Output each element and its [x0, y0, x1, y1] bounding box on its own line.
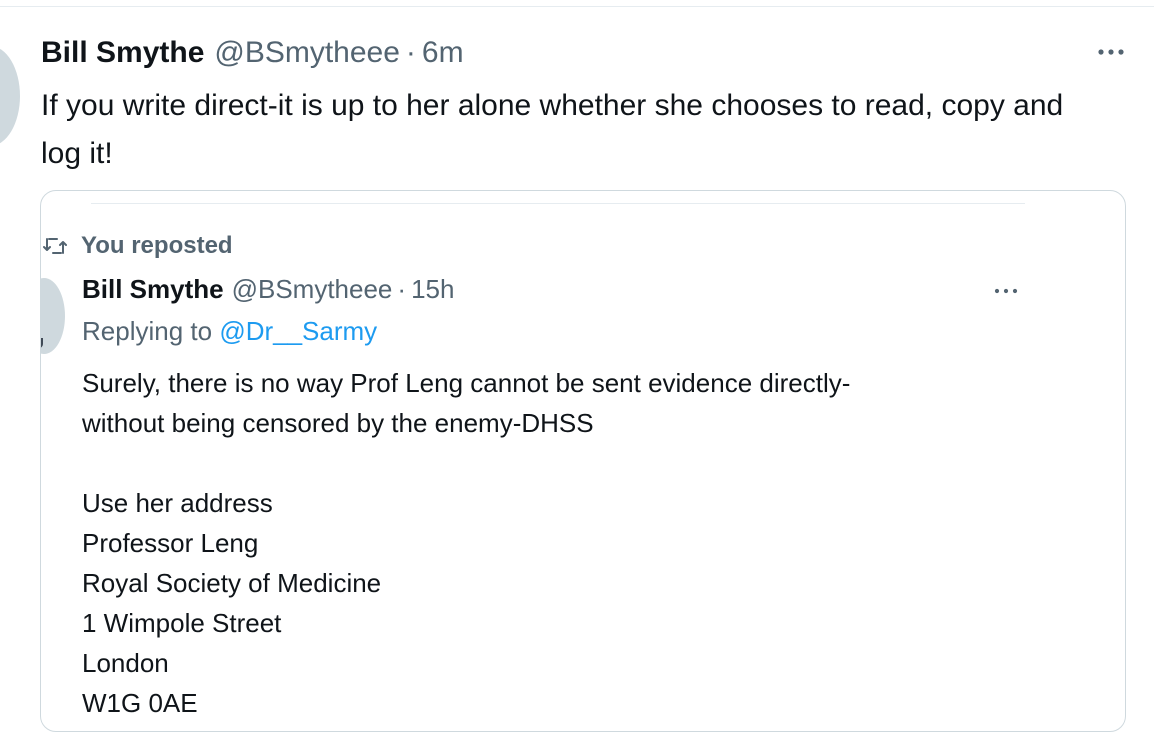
- avatar[interactable]: [0, 46, 20, 146]
- quoted-separator-dot: ·: [397, 274, 407, 304]
- avatar-detail: [41, 338, 43, 348]
- tweet-time[interactable]: 6m: [422, 34, 464, 72]
- social-context: You reposted: [41, 231, 233, 261]
- social-context-label: You reposted: [81, 232, 233, 259]
- quoted-display-name[interactable]: Bill Smythe: [82, 272, 224, 306]
- quoted-tweet-card[interactable]: You reposted Bill Smythe @BSmytheee · 15…: [40, 190, 1126, 732]
- separator-dot: ·: [405, 36, 416, 69]
- address-organization: Royal Society of Medicine: [82, 568, 382, 598]
- page: Bill Smythe @BSmytheee · 6m If you write…: [0, 0, 1154, 743]
- body-line: Surely, there is no way Prof Leng cannot…: [82, 368, 851, 398]
- quoted-avatar[interactable]: [41, 278, 65, 354]
- top-divider: [0, 6, 1154, 7]
- quoted-tweet-header: Bill Smythe @BSmytheee · 15h: [82, 272, 454, 306]
- address-intro: Use her address: [82, 488, 273, 518]
- tweet-header: Bill Smythe @BSmytheee · 6m: [41, 34, 464, 72]
- handle[interactable]: @BSmytheee: [214, 34, 400, 72]
- reply-context: Replying to @Dr__Sarmy: [82, 314, 377, 348]
- quoted-tweet-time[interactable]: 15h: [411, 272, 454, 306]
- address-name: Professor Leng: [82, 528, 259, 558]
- display-name[interactable]: Bill Smythe: [41, 34, 204, 72]
- quoted-more-options-button[interactable]: [989, 281, 1023, 301]
- ellipsis-icon: [1098, 49, 1124, 55]
- quote-divider: [91, 203, 1025, 204]
- address-city: London: [82, 648, 169, 678]
- reply-mention-link[interactable]: @Dr__Sarmy: [219, 316, 377, 346]
- more-options-button[interactable]: [1094, 40, 1128, 64]
- address-postcode: W1G 0AE: [82, 688, 198, 718]
- reply-prefix: Replying to: [82, 316, 213, 346]
- address-street: 1 Wimpole Street: [82, 608, 282, 638]
- repost-icon: [41, 235, 70, 257]
- tweet-text: If you write direct-it is up to her alon…: [41, 89, 1064, 170]
- body-line: without being censored by the enemy-DHSS: [82, 408, 594, 438]
- ellipsis-icon: [994, 288, 1018, 294]
- quoted-tweet-body: Surely, there is no way Prof Leng cannot…: [82, 363, 1012, 723]
- quoted-handle[interactable]: @BSmytheee: [232, 272, 393, 306]
